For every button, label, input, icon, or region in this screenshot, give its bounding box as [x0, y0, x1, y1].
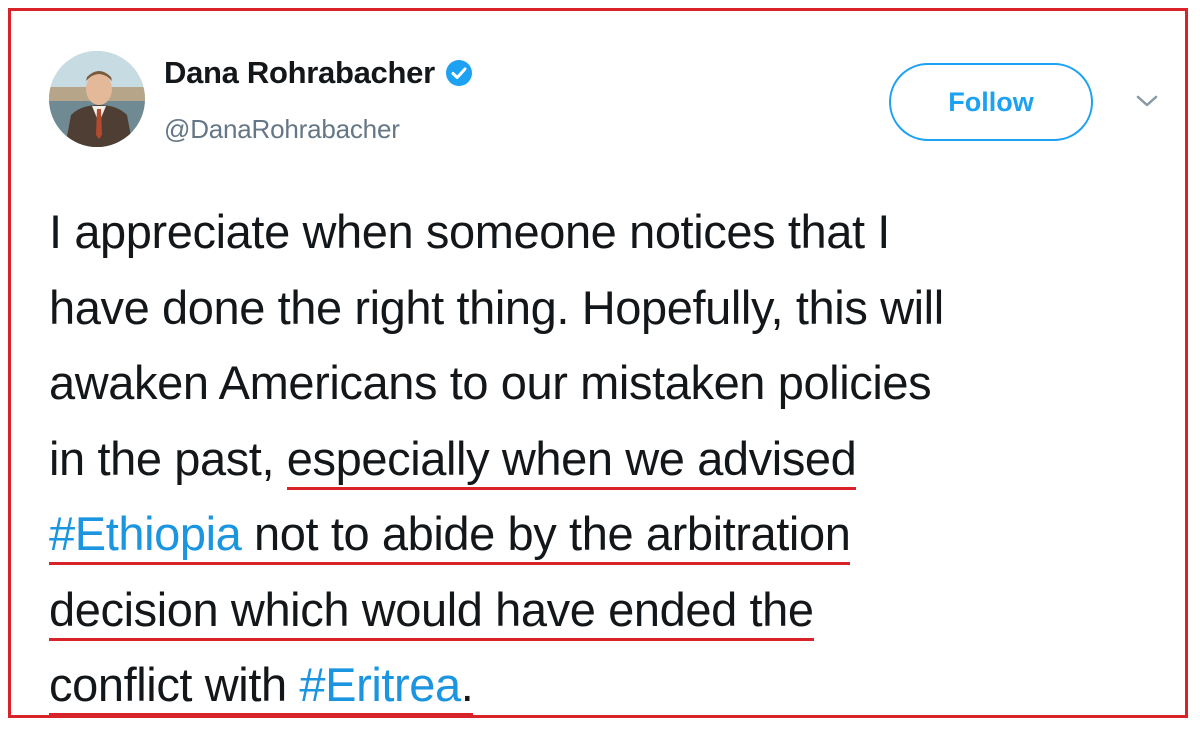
- tweet-line: in the past, especially when we advised: [49, 421, 1169, 497]
- avatar[interactable]: [49, 51, 145, 147]
- tweet-line: conflict with #Eritrea.: [49, 647, 1169, 723]
- tweet-text-segment: I appreciate when someone notices that I: [49, 205, 890, 258]
- tweet-body: I appreciate when someone notices that I…: [49, 194, 1169, 723]
- hashtag-ethiopia-link[interactable]: #Ethiopia: [49, 507, 242, 565]
- tweet-line: have done the right thing. Hopefully, th…: [49, 270, 1169, 346]
- tweet-line: awaken Americans to our mistaken policie…: [49, 345, 1169, 421]
- tweet-card: Dana Rohrabacher @DanaRohrabacher Follow…: [8, 8, 1188, 718]
- author-display-name[interactable]: Dana Rohrabacher: [164, 55, 435, 91]
- tweet-text-segment: awaken Americans to our mistaken policie…: [49, 356, 932, 409]
- verified-badge-icon: [445, 59, 473, 87]
- avatar-photo-icon: [49, 51, 145, 147]
- tweet-line: decision which would have ended the: [49, 572, 1169, 648]
- author-name-row: Dana Rohrabacher: [164, 55, 473, 91]
- highlighted-text-segment: not to abide by the arbitration: [241, 507, 851, 565]
- chevron-down-icon[interactable]: [1135, 93, 1159, 109]
- highlighted-text-segment: especially when we advised: [286, 431, 857, 490]
- tweet-text-segment: have done the right thing. Hopefully, th…: [49, 280, 944, 334]
- follow-button[interactable]: Follow: [889, 63, 1093, 141]
- highlighted-text-segment: .: [460, 658, 474, 716]
- highlighted-text-segment: decision which would have ended the: [49, 582, 814, 641]
- tweet-text-segment: in the past,: [49, 431, 287, 485]
- author-handle[interactable]: @DanaRohrabacher: [164, 114, 400, 145]
- hashtag-eritrea-link[interactable]: #Eritrea: [299, 658, 461, 716]
- tweet-line: #Ethiopia not to abide by the arbitratio…: [49, 496, 1169, 572]
- tweet-line: I appreciate when someone notices that I: [49, 194, 1169, 270]
- highlighted-text-segment: conflict with: [49, 658, 300, 716]
